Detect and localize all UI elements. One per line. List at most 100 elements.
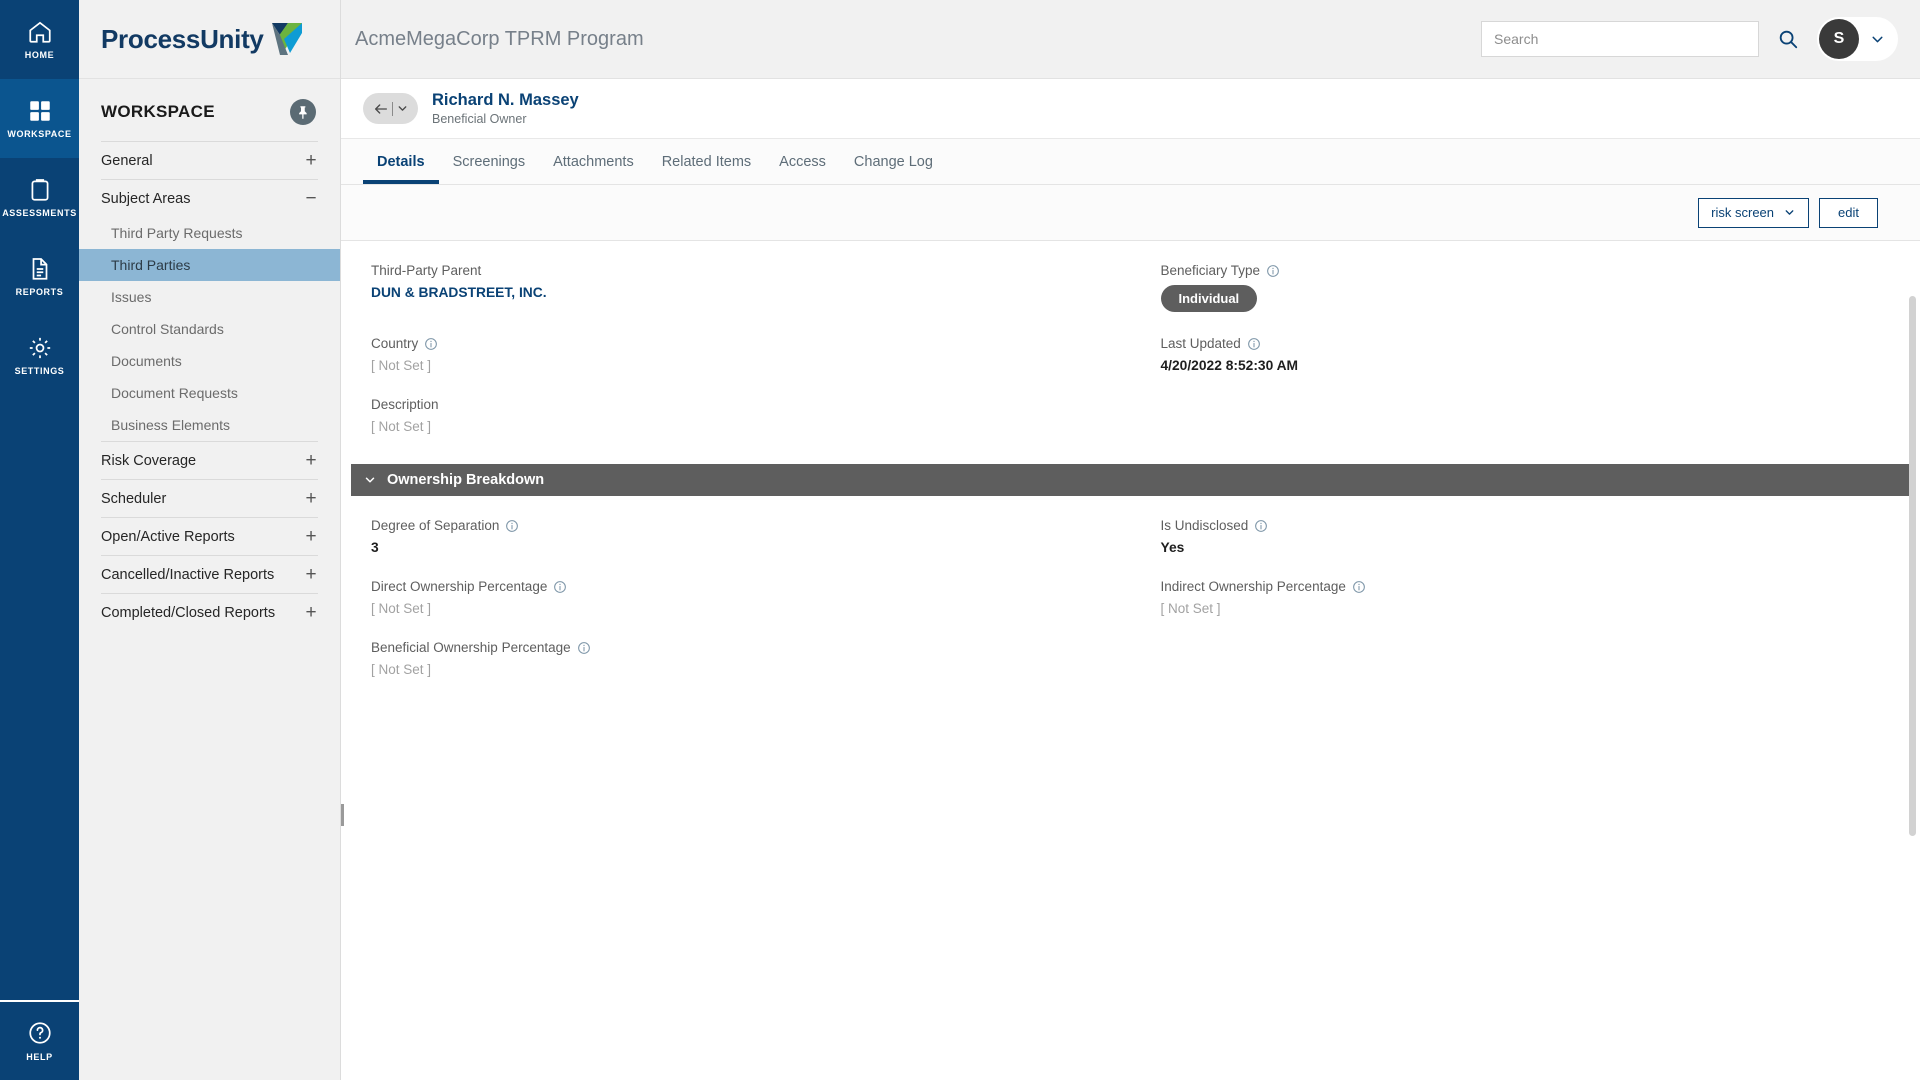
- content-scrollbar[interactable]: [1908, 241, 1917, 1080]
- sidebar-item-label: Third Parties: [111, 257, 190, 273]
- workspace-sidebar: ProcessUnity WORKSPACE General +: [79, 0, 341, 1080]
- brand-logo[interactable]: ProcessUnity: [79, 0, 340, 79]
- sidebar-group-scheduler[interactable]: Scheduler +: [101, 479, 318, 517]
- tab-label: Access: [779, 154, 826, 170]
- record-back-control[interactable]: [363, 93, 418, 124]
- pin-icon: [296, 105, 311, 120]
- processunity-chevron-logo: [270, 21, 304, 57]
- field-label: Indirect Ownership Percentage: [1161, 579, 1891, 594]
- field-value: [ Not Set ]: [1161, 601, 1891, 616]
- chevron-down-icon: [1869, 31, 1886, 48]
- sidebar-item-business-elements[interactable]: Business Elements: [79, 409, 340, 441]
- sidebar-item-control-standards[interactable]: Control Standards: [79, 313, 340, 345]
- chevron-down-icon: [363, 473, 377, 487]
- scrollbar-thumb[interactable]: [1909, 296, 1916, 836]
- info-icon[interactable]: [505, 519, 519, 533]
- rail-label-help: HELP: [26, 1052, 52, 1062]
- sidebar-group-label: Completed/Closed Reports: [101, 605, 275, 621]
- sidebar-item-label: Documents: [111, 353, 182, 369]
- tab-details[interactable]: Details: [363, 139, 439, 184]
- chevron-down-icon: [396, 102, 409, 115]
- info-icon[interactable]: [1254, 519, 1268, 533]
- rail-item-home[interactable]: HOME: [0, 0, 79, 79]
- sidebar-group-open-active-reports[interactable]: Open/Active Reports +: [101, 517, 318, 555]
- question-circle-icon: [27, 1020, 53, 1046]
- field-placeholder-right-2: [1131, 640, 1920, 677]
- top-bar: AcmeMegaCorp TPRM Program S: [341, 0, 1920, 79]
- search-input[interactable]: [1494, 31, 1746, 47]
- sidebar-group-toggle-icon: +: [304, 527, 318, 546]
- chevron-down-icon: [1783, 206, 1796, 219]
- field-label-text: Degree of Separation: [371, 518, 499, 533]
- sidebar-group-label: Risk Coverage: [101, 453, 196, 469]
- field-country: Country [ Not Set ]: [341, 336, 1131, 373]
- tab-related-items[interactable]: Related Items: [648, 139, 765, 184]
- rail-item-assessments[interactable]: ASSESSMENTS: [0, 158, 79, 237]
- sidebar-group-toggle-icon: +: [304, 151, 318, 170]
- sidebar-item-document-requests[interactable]: Document Requests: [79, 377, 340, 409]
- rail-item-reports[interactable]: REPORTS: [0, 237, 79, 316]
- sidebar-group-toggle-icon: +: [304, 489, 318, 508]
- field-label-text: Beneficiary Type: [1161, 263, 1261, 278]
- grid-icon: [27, 98, 53, 124]
- sidebar-title: WORKSPACE: [101, 102, 215, 122]
- pin-sidebar-button[interactable]: [290, 99, 316, 125]
- search-field[interactable]: [1481, 21, 1759, 57]
- details-fields-grid: Third-Party Parent DUN & BRADSTREET, INC…: [341, 241, 1920, 458]
- info-icon[interactable]: [1266, 264, 1280, 278]
- record-subtitle: Beneficial Owner: [432, 112, 579, 126]
- user-menu[interactable]: S: [1817, 17, 1898, 61]
- sidebar-item-label: Document Requests: [111, 385, 238, 401]
- sidebar-item-issues[interactable]: Issues: [79, 281, 340, 313]
- rail-item-settings[interactable]: SETTINGS: [0, 316, 79, 395]
- brand-name: ProcessUnity: [101, 24, 264, 55]
- top-bar-right: S: [1481, 17, 1898, 61]
- edit-button[interactable]: edit: [1819, 198, 1878, 228]
- sidebar-group-general[interactable]: General +: [101, 141, 318, 179]
- field-indirect-ownership-percentage: Indirect Ownership Percentage [ Not Set …: [1131, 579, 1920, 616]
- record-header: Richard N. Massey Beneficial Owner: [341, 79, 1920, 139]
- sidebar-item-label: Control Standards: [111, 321, 224, 337]
- info-icon[interactable]: [577, 641, 591, 655]
- risk-screen-button[interactable]: risk screen: [1698, 198, 1809, 228]
- rail-spacer: [0, 395, 79, 1000]
- info-icon[interactable]: [553, 580, 567, 594]
- arrow-left-icon: [373, 101, 389, 117]
- application-root: HOME WORKSPACE ASSESSMENTS REPORTS: [0, 0, 1920, 1080]
- panel-resize-handle[interactable]: [341, 804, 344, 826]
- rail-label-assessments: ASSESSMENTS: [2, 208, 77, 218]
- rail-label-workspace: WORKSPACE: [7, 129, 71, 139]
- sidebar-item-third-parties[interactable]: Third Parties: [79, 249, 340, 281]
- edit-label: edit: [1838, 205, 1859, 220]
- main-region: AcmeMegaCorp TPRM Program S: [341, 0, 1920, 1080]
- divider: [392, 102, 393, 116]
- tab-change-log[interactable]: Change Log: [840, 139, 947, 184]
- field-label-text: Last Updated: [1161, 336, 1241, 351]
- info-icon[interactable]: [1247, 337, 1261, 351]
- beneficiary-type-badge: Individual: [1161, 285, 1258, 312]
- tab-access[interactable]: Access: [765, 139, 840, 184]
- field-placeholder-right: [1131, 397, 1920, 434]
- field-label-text: Country: [371, 336, 418, 351]
- sidebar-item-third-party-requests[interactable]: Third Party Requests: [79, 217, 340, 249]
- field-value: [ Not Set ]: [371, 662, 1101, 677]
- field-value: [ Not Set ]: [371, 358, 1101, 373]
- sidebar-group-label: Open/Active Reports: [101, 529, 235, 545]
- info-icon[interactable]: [1352, 580, 1366, 594]
- search-button[interactable]: [1777, 28, 1799, 50]
- clipboard-icon: [27, 177, 53, 203]
- sidebar-group-completed-closed-reports[interactable]: Completed/Closed Reports +: [101, 593, 318, 631]
- rail-item-help[interactable]: HELP: [0, 1000, 79, 1080]
- info-icon[interactable]: [424, 337, 438, 351]
- field-value[interactable]: DUN & BRADSTREET, INC.: [371, 285, 1101, 300]
- sidebar-group-subject-areas[interactable]: Subject Areas −: [101, 179, 318, 217]
- sidebar-group-cancelled-inactive-reports[interactable]: Cancelled/Inactive Reports +: [101, 555, 318, 593]
- sidebar-item-documents[interactable]: Documents: [79, 345, 340, 377]
- tab-attachments[interactable]: Attachments: [539, 139, 648, 184]
- sidebar-group-risk-coverage[interactable]: Risk Coverage +: [101, 441, 318, 479]
- field-value: [ Not Set ]: [371, 419, 1101, 434]
- rail-item-workspace[interactable]: WORKSPACE: [0, 79, 79, 158]
- section-header-ownership-breakdown[interactable]: Ownership Breakdown: [351, 464, 1910, 496]
- sidebar-group-label: Subject Areas: [101, 191, 190, 207]
- tab-screenings[interactable]: Screenings: [439, 139, 540, 184]
